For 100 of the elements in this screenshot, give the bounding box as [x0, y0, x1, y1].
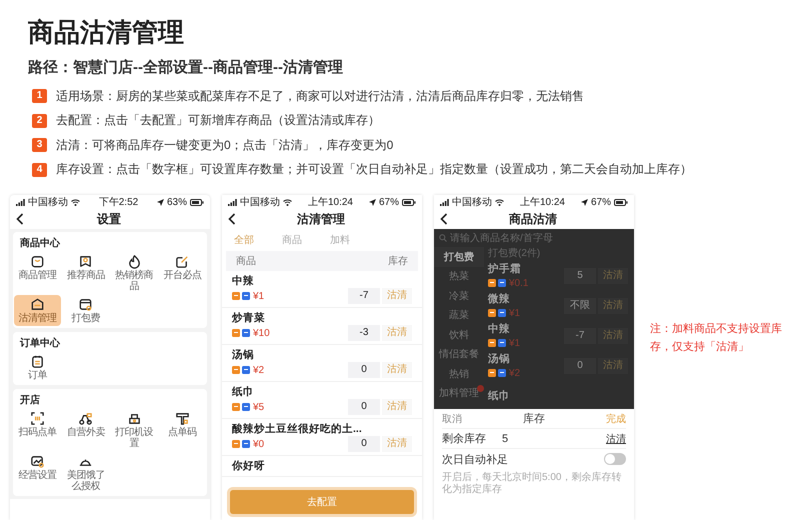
- stock-field[interactable]: 5: [564, 268, 596, 284]
- sell-out-button[interactable]: 沽清: [382, 436, 412, 452]
- bag-icon: [30, 254, 46, 269]
- sell-out-button[interactable]: 沽清: [598, 358, 628, 374]
- product-name: 中辣: [232, 274, 255, 288]
- step-text: 沽清：可将商品库存一键变更为0；点击「沽清」，库存变更为0: [56, 136, 394, 154]
- sell-out-button[interactable]: 沽清: [598, 268, 628, 284]
- tag-icon: [498, 279, 506, 287]
- settings-item[interactable]: 热销榜商品: [110, 252, 158, 294]
- sell-out-button[interactable]: 沽清: [598, 298, 628, 314]
- category-item[interactable]: 打包费: [434, 247, 484, 266]
- stock-field[interactable]: 不限: [564, 298, 596, 314]
- tag-icon: [498, 369, 506, 377]
- sell-out-link[interactable]: 沽清: [606, 432, 626, 446]
- product-price: ¥0: [253, 438, 264, 450]
- location-icon: [156, 198, 164, 206]
- settings-item[interactable]: 经营设置: [14, 452, 62, 494]
- battery-percent: 67%: [378, 196, 399, 208]
- step-text: 去配置：点击「去配置」可新增库存商品（设置沽清或库存）: [56, 112, 380, 130]
- box-icon: [78, 297, 94, 312]
- screen-title: 沽清管理: [296, 210, 346, 228]
- product-name: 汤锅: [232, 348, 255, 362]
- search-icon: [439, 234, 447, 242]
- stock-value[interactable]: 5: [486, 432, 606, 444]
- stock-field[interactable]: -7: [348, 288, 380, 304]
- carrier-name: 中国移动: [28, 196, 68, 209]
- category-tab[interactable]: 加料: [328, 233, 352, 247]
- settings-item[interactable]: 推荐商品: [62, 252, 110, 294]
- sell-out-button[interactable]: 沽清: [382, 288, 412, 304]
- note-text: 注：加料商品不支持设置库存，仅支持「沽清」: [650, 322, 783, 355]
- configure-button[interactable]: 去配置: [230, 490, 414, 514]
- category-item[interactable]: 热菜: [434, 266, 484, 286]
- cancel-button[interactable]: 取消: [442, 412, 462, 426]
- section-title: 开店: [19, 393, 41, 408]
- product-name: 护手霜: [488, 262, 522, 276]
- screen-title: 设置: [96, 210, 122, 228]
- product-price: ¥1: [253, 290, 264, 302]
- settings-item[interactable]: 扫码点单: [14, 409, 62, 451]
- product-price: ¥2: [253, 364, 264, 376]
- category-tab[interactable]: 全部: [232, 233, 256, 247]
- section-title: 订单中心: [18, 336, 61, 351]
- sell-out-button[interactable]: 沽清: [598, 328, 628, 344]
- product-price: ¥0.1: [509, 278, 528, 288]
- done-button[interactable]: 完成: [606, 412, 626, 426]
- product-name: 纸巾: [488, 389, 511, 403]
- category-item[interactable]: 情侣套餐: [434, 344, 484, 364]
- location-icon: [368, 198, 376, 206]
- tag-icon: [488, 309, 496, 317]
- settings-item[interactable]: 点单码: [158, 409, 206, 451]
- product-price: ¥5: [253, 402, 264, 412]
- screen-title: 商品沽清: [508, 210, 558, 228]
- sell-out-button[interactable]: 沽清: [382, 362, 412, 378]
- tag-icon: [242, 403, 250, 411]
- stand-icon: [174, 411, 190, 426]
- step-number-badge: 2: [32, 114, 47, 128]
- settings-item[interactable]: 打包费: [62, 295, 110, 326]
- back-icon: [228, 213, 236, 225]
- settings-item[interactable]: 沽清管理: [14, 295, 62, 326]
- category-item[interactable]: 热销: [434, 364, 484, 384]
- settings-item[interactable]: 自营外卖: [62, 409, 110, 451]
- category-item[interactable]: 加料管理: [434, 384, 484, 403]
- product-price: ¥10: [253, 328, 270, 338]
- sell-out-button[interactable]: 沽清: [382, 399, 412, 415]
- settings-item[interactable]: 订单: [14, 352, 62, 383]
- category-tab[interactable]: 商品: [280, 233, 304, 247]
- stock-field[interactable]: 0: [348, 362, 380, 378]
- stock-field[interactable]: 0: [348, 399, 380, 415]
- settings-item[interactable]: 打印机设置: [110, 409, 158, 451]
- category-item[interactable]: 冷菜: [434, 286, 484, 306]
- house-icon: [30, 297, 46, 312]
- category-item[interactable]: 蔬菜: [434, 306, 484, 325]
- stock-field[interactable]: -7: [564, 328, 596, 344]
- settings-item[interactable]: 美团饿了么授权: [62, 452, 110, 494]
- page-title: 商品沽清管理: [28, 16, 185, 49]
- category-item[interactable]: 饮料: [434, 325, 484, 344]
- calendar-icon: [30, 354, 46, 369]
- sell-out-button[interactable]: 沽清: [382, 325, 412, 341]
- field-label: 剩余库存: [442, 432, 486, 446]
- settings-item[interactable]: 商品管理: [14, 252, 62, 294]
- chart-icon: [30, 454, 46, 469]
- hint-text: 开启后，每天北京时间5:00，剩余库存转化为指定库存: [442, 470, 622, 496]
- stock-field[interactable]: 0: [348, 436, 380, 452]
- tag-icon: [242, 440, 250, 448]
- tag-icon: [232, 403, 240, 411]
- settings-item[interactable]: 开台必点: [158, 252, 206, 294]
- stock-field[interactable]: 0: [564, 358, 596, 374]
- back-icon: [440, 213, 448, 225]
- toggle-switch[interactable]: [604, 453, 626, 465]
- product-name: 炒青菜: [232, 311, 266, 325]
- back-icon: [16, 213, 24, 225]
- signal-icon: [228, 198, 237, 206]
- tag-icon: [488, 339, 496, 347]
- tag-icon: [232, 440, 240, 448]
- product-name: 你好呀: [232, 459, 266, 473]
- section-title: 商品中心: [19, 236, 61, 251]
- path-text: 路径：智慧门店--全部设置--商品管理--沽清管理: [28, 58, 344, 78]
- location-icon: [580, 198, 588, 206]
- battery-percent: 67%: [590, 196, 611, 208]
- scan-icon: [30, 411, 46, 426]
- stock-field[interactable]: -3: [348, 325, 380, 341]
